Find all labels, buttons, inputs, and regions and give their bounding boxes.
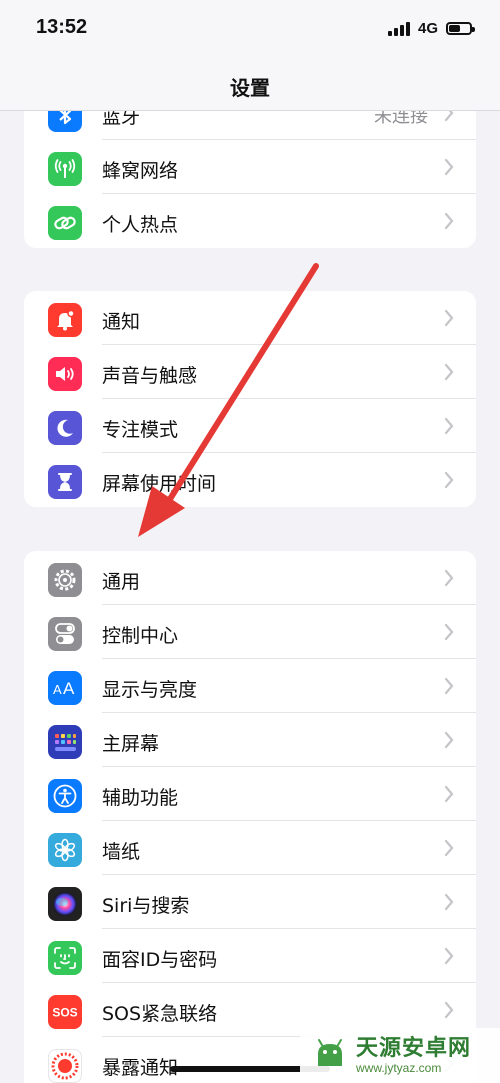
exposure-icon bbox=[48, 1049, 82, 1083]
moon-icon bbox=[48, 411, 82, 445]
settings-row-screen-time[interactable]: 屏幕使用时间 bbox=[24, 453, 476, 507]
settings-row-label: 显示与亮度 bbox=[102, 679, 198, 701]
settings-row-label: 蓝牙 bbox=[102, 110, 141, 128]
notifications-group: 通知 声音与触感 专注模式 屏幕使用时间 bbox=[24, 291, 476, 507]
settings-row-label: 通用 bbox=[102, 571, 141, 593]
sos-icon: SOS bbox=[48, 995, 82, 1029]
settings-row-bluetooth[interactable]: 蓝牙 未连接 bbox=[24, 110, 476, 140]
settings-row-label: 通知 bbox=[102, 311, 141, 333]
chevron-right-icon bbox=[444, 417, 454, 435]
settings-row-label: 屏幕使用时间 bbox=[102, 473, 217, 495]
settings-row-general[interactable]: 通用 bbox=[24, 551, 476, 605]
status-bar: 13:52 4G bbox=[0, 0, 500, 60]
settings-row-label: 暴露通知 bbox=[102, 1057, 179, 1079]
chevron-right-icon bbox=[444, 623, 454, 641]
cellular-signal-icon bbox=[387, 21, 410, 36]
chevron-right-icon bbox=[444, 677, 454, 695]
settings-row-label: 辅助功能 bbox=[102, 787, 179, 809]
svg-text:A: A bbox=[63, 679, 75, 698]
settings-row-label: 专注模式 bbox=[102, 419, 179, 441]
bluetooth-status-value: 未连接 bbox=[374, 110, 428, 127]
chevron-right-icon bbox=[444, 309, 454, 327]
settings-row-label: 控制中心 bbox=[102, 625, 179, 647]
status-time: 13:52 bbox=[36, 16, 88, 38]
network-type: 4G bbox=[417, 20, 438, 37]
settings-row-label: 墙纸 bbox=[102, 841, 141, 863]
settings-row-focus[interactable]: 专注模式 bbox=[24, 399, 476, 453]
connectivity-group: 蓝牙 未连接 蜂窝网络 个人热点 bbox=[24, 110, 476, 248]
settings-row-label: Siri与搜索 bbox=[102, 895, 190, 917]
navigation-bar: 设置 bbox=[0, 60, 500, 111]
settings-row-display[interactable]: AA 显示与亮度 bbox=[24, 659, 476, 713]
chevron-right-icon bbox=[444, 839, 454, 857]
antenna-icon bbox=[48, 152, 82, 186]
battery-level bbox=[449, 25, 460, 32]
chevron-right-icon bbox=[444, 1001, 454, 1019]
chevron-right-icon bbox=[444, 569, 454, 587]
chevron-right-icon bbox=[444, 158, 454, 176]
page-title: 设置 bbox=[230, 76, 270, 100]
settings-row-face-id[interactable]: 面容ID与密码 bbox=[24, 929, 476, 983]
status-icons: 4G bbox=[387, 20, 475, 37]
settings-row-label: 主屏幕 bbox=[102, 733, 160, 755]
settings-row-sounds[interactable]: 声音与触感 bbox=[24, 345, 476, 399]
watermark-url: www.jytyaz.com bbox=[356, 1060, 442, 1075]
settings-row-siri[interactable]: Siri与搜索 bbox=[24, 875, 476, 929]
settings-row-accessibility[interactable]: 辅助功能 bbox=[24, 767, 476, 821]
settings-row-hotspot[interactable]: 个人热点 bbox=[24, 194, 476, 248]
svg-text:A: A bbox=[53, 682, 62, 697]
flower-icon bbox=[48, 833, 82, 867]
chevron-right-icon bbox=[444, 212, 454, 230]
battery-icon bbox=[446, 22, 475, 35]
speaker-icon bbox=[48, 357, 82, 391]
chevron-right-icon bbox=[444, 110, 454, 122]
chevron-right-icon bbox=[444, 893, 454, 911]
svg-text:SOS: SOS bbox=[52, 1006, 77, 1020]
accessibility-icon bbox=[48, 779, 82, 813]
settings-row-label: 声音与触感 bbox=[102, 365, 198, 387]
settings-row-label: 个人热点 bbox=[102, 214, 179, 236]
hotspot-link-icon bbox=[48, 206, 82, 240]
settings-row-control-center[interactable]: 控制中心 bbox=[24, 605, 476, 659]
gear-icon bbox=[48, 563, 82, 597]
face-id-icon bbox=[48, 941, 82, 975]
settings-row-notifications[interactable]: 通知 bbox=[24, 291, 476, 345]
general-group: 通用 控制中心 AA 显示与亮度 主屏幕 辅助功能 墙纸 Siri与搜索 面容I… bbox=[24, 551, 476, 1083]
app-grid-icon bbox=[48, 725, 82, 759]
watermark-name: 天源安卓网 bbox=[356, 1035, 472, 1061]
android-logo-icon bbox=[318, 1038, 342, 1066]
settings-list[interactable]: 蓝牙 未连接 蜂窝网络 个人热点 通知 声音与触感 专注模式 屏幕使用时间 通用… bbox=[0, 110, 500, 1083]
chevron-right-icon bbox=[444, 731, 454, 749]
text-size-icon: AA bbox=[48, 671, 82, 705]
settings-row-home-screen[interactable]: 主屏幕 bbox=[24, 713, 476, 767]
settings-row-label: 蜂窝网络 bbox=[102, 160, 179, 182]
siri-icon bbox=[48, 887, 82, 921]
settings-row-wallpaper[interactable]: 墙纸 bbox=[24, 821, 476, 875]
hourglass-icon bbox=[48, 465, 82, 499]
chevron-right-icon bbox=[444, 363, 454, 381]
bell-icon bbox=[48, 303, 82, 337]
settings-row-label: SOS紧急联络 bbox=[102, 1003, 218, 1025]
bluetooth-icon bbox=[48, 110, 82, 132]
toggles-icon bbox=[48, 617, 82, 651]
chevron-right-icon bbox=[444, 471, 454, 489]
watermark: 天源安卓网 www.jytyaz.com bbox=[300, 1028, 500, 1083]
settings-row-label: 面容ID与密码 bbox=[102, 949, 218, 971]
chevron-right-icon bbox=[444, 785, 454, 803]
settings-row-cellular[interactable]: 蜂窝网络 bbox=[24, 140, 476, 194]
chevron-right-icon bbox=[444, 947, 454, 965]
